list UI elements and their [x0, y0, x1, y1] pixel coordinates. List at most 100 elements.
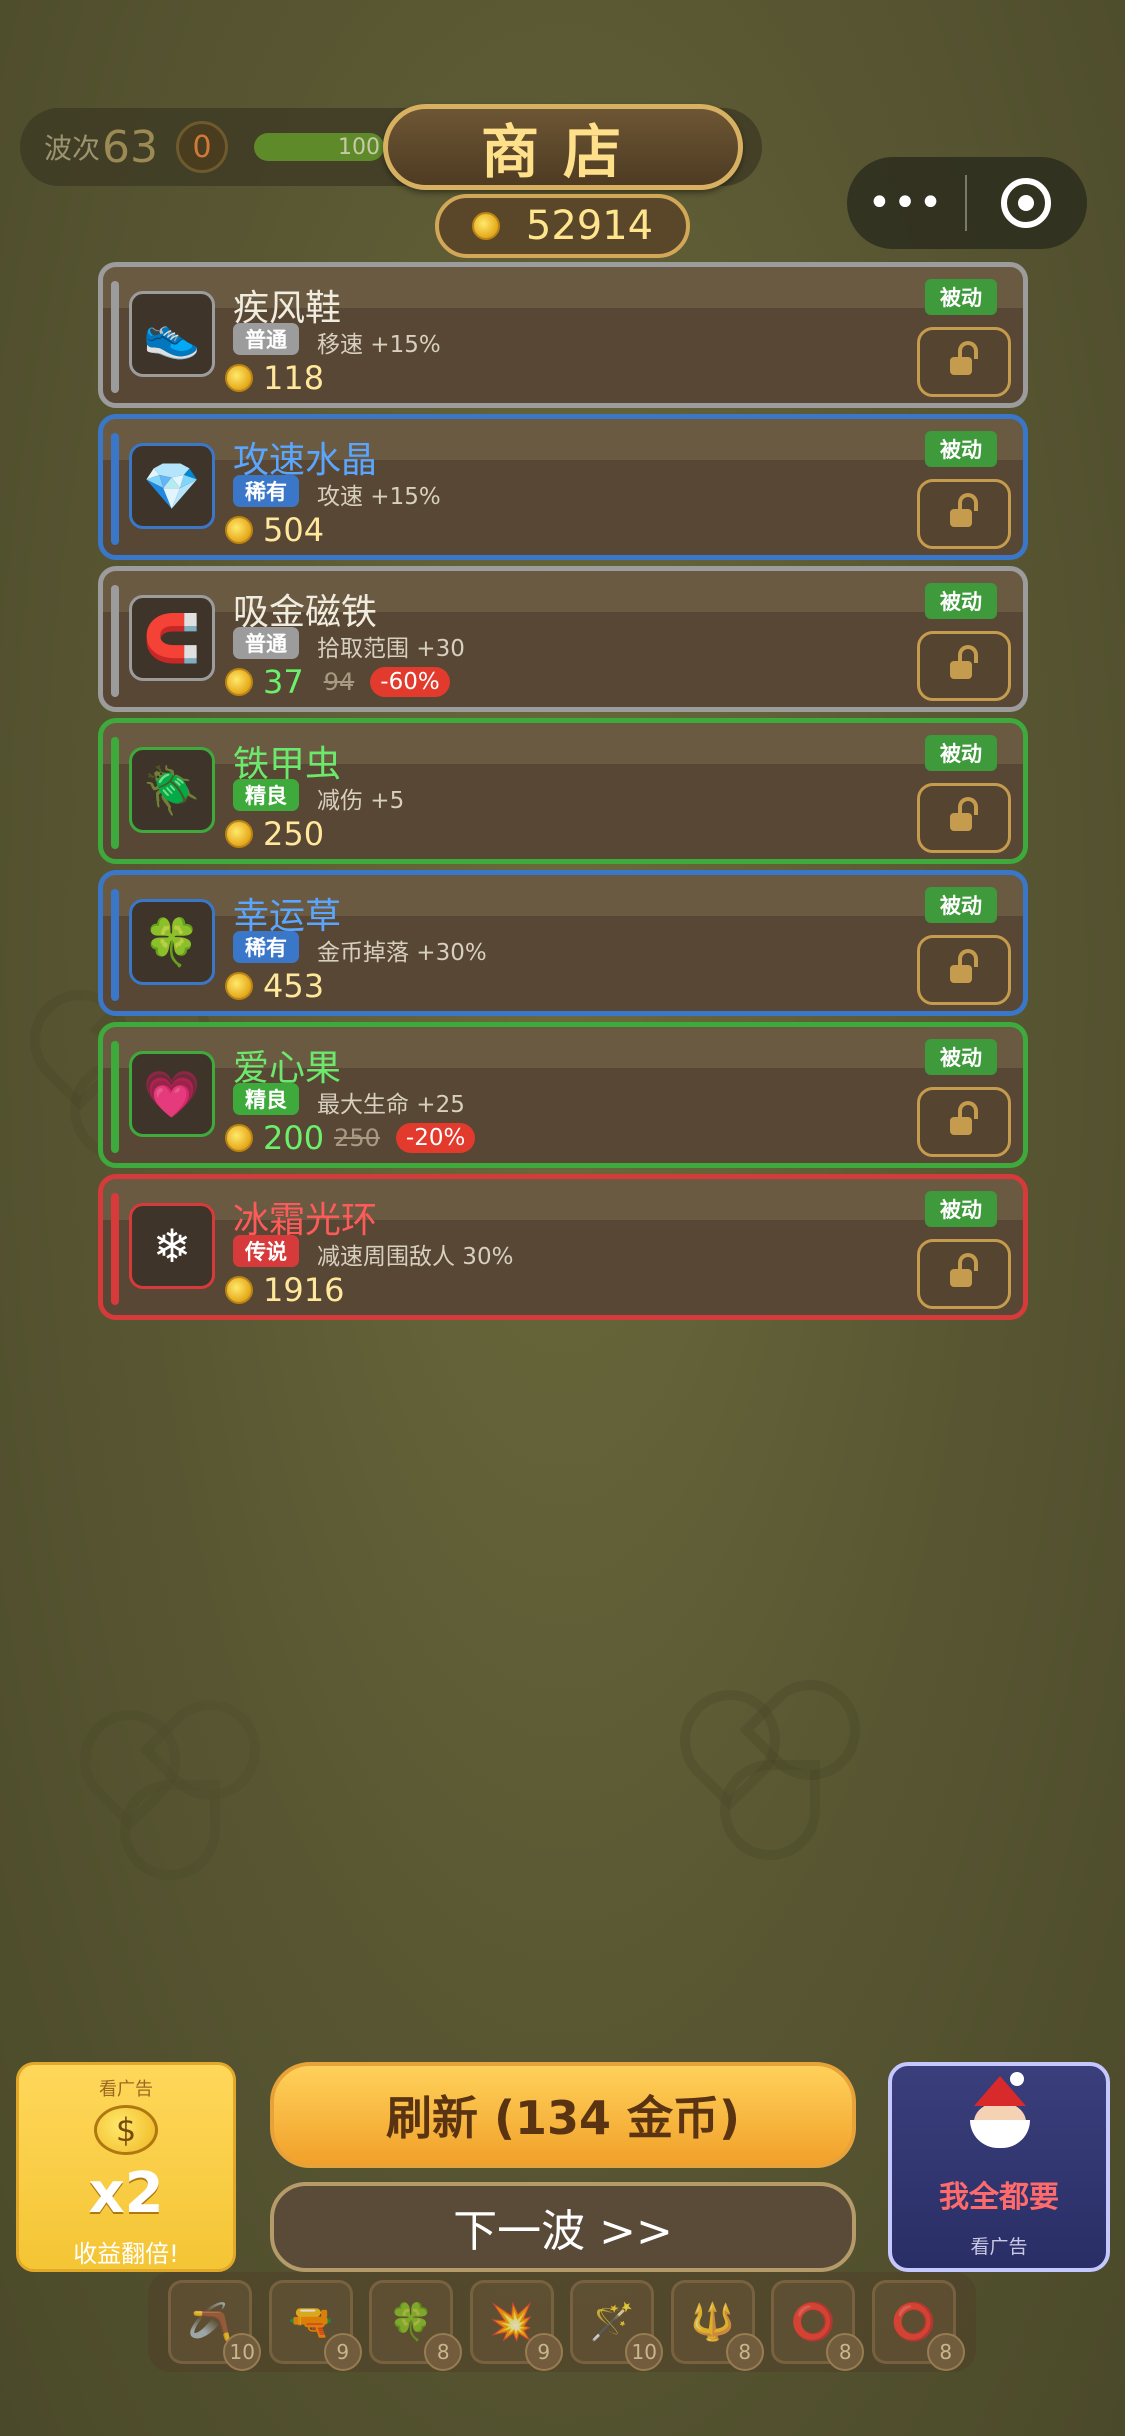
equipment-slot[interactable]: 💥 9: [469, 2280, 563, 2371]
passive-badge: 被动: [925, 279, 997, 315]
price-row: 504: [225, 511, 324, 549]
item-description: 拾取范围 +30: [317, 636, 465, 662]
ice-staff-icon: 🔱: [690, 2302, 736, 2343]
item-description: 攻速 +15%: [317, 484, 441, 510]
lock-toggle-button[interactable]: [917, 479, 1011, 549]
unlocked-padlock-icon: [950, 1253, 978, 1289]
unlocked-padlock-icon: [950, 1101, 978, 1137]
equipment-slot[interactable]: 🍀 8: [369, 2280, 463, 2371]
heart-fruit-icon: 💗: [143, 1066, 201, 1121]
shop-item[interactable]: 🧲 吸金磁铁 普通 拾取范围 +30 37 94 -60% 被动: [98, 566, 1028, 712]
item-price: 504: [263, 511, 325, 549]
lock-toggle-button[interactable]: [917, 1239, 1011, 1309]
equipment-level: 9: [524, 2333, 563, 2371]
equipment-slot[interactable]: ⭕ 8: [771, 2280, 865, 2371]
lucky-clover-icon: 🍀: [143, 914, 201, 969]
equipment-slot[interactable]: 🔫 9: [268, 2280, 362, 2371]
shop-item[interactable]: 🪲 铁甲虫 精良 减伤 +5 250 被动: [98, 718, 1028, 864]
unlocked-padlock-icon: [950, 645, 978, 681]
equipment-level: 8: [826, 2333, 865, 2371]
item-price: 250: [263, 815, 325, 853]
equipment-slot[interactable]: ⭕ 8: [871, 2280, 965, 2371]
shop-item[interactable]: 🍀 幸运草 稀有 金币掉落 +30% 453 被动: [98, 870, 1028, 1016]
cannon-icon: 💥: [489, 2302, 535, 2343]
passive-badge: 被动: [925, 431, 997, 467]
refresh-shop-button[interactable]: 刷新 (134 金币): [270, 2062, 856, 2168]
item-description: 最大生命 +25: [317, 1092, 465, 1118]
item-icon: 💎: [129, 443, 215, 529]
ad-label: 看广告: [99, 2079, 153, 2100]
lock-toggle-button[interactable]: [917, 1087, 1011, 1157]
item-description: 减速周围敌人 30%: [317, 1244, 514, 1270]
next-wave-button[interactable]: 下一波 >>: [270, 2182, 856, 2272]
lock-toggle-button[interactable]: [917, 783, 1011, 853]
original-price: 250: [334, 1124, 380, 1152]
item-icon: 🪲: [129, 747, 215, 833]
equipment-slot[interactable]: 🪄 10: [570, 2280, 664, 2371]
price-row: 250: [225, 815, 324, 853]
wave-label: 波次: [44, 132, 101, 165]
passive-badge: 被动: [925, 583, 997, 619]
passive-badge: 被动: [925, 887, 997, 923]
item-icon: ❄: [129, 1203, 215, 1289]
santa-icon: [964, 2072, 1034, 2148]
watch-ad-double-reward-button[interactable]: 看广告 $ x2 收益翻倍!: [16, 2062, 236, 2272]
equipment-slot[interactable]: 🔱 8: [670, 2280, 764, 2371]
want-all-label: 我全都要: [939, 2180, 1059, 2215]
want-all-ad-button[interactable]: 我全都要 看广告: [888, 2062, 1110, 2272]
shop-item-list: 👟 疾风鞋 普通 移速 +15% 118 被动 💎 攻速水晶 稀有 攻速 +15…: [98, 262, 1028, 1326]
original-price: 94: [323, 668, 355, 696]
price-row: 1916: [225, 1271, 344, 1309]
item-price: 37: [263, 663, 304, 701]
blaster-gun-icon: 🔫: [288, 2302, 334, 2343]
slingshot-icon: 🪃: [187, 2302, 233, 2343]
rarity-badge: 普通: [233, 627, 299, 659]
equipment-level: 9: [323, 2333, 362, 2371]
target-circle-icon: [1001, 178, 1051, 228]
price-row: 453: [225, 967, 324, 1005]
lock-toggle-button[interactable]: [917, 935, 1011, 1005]
shop-title: 商店: [383, 104, 743, 190]
shop-item[interactable]: ❄ 冰霜光环 传说 减速周围敌人 30% 1916 被动: [98, 1174, 1028, 1320]
coin-icon: [471, 212, 500, 240]
clover-icon: 🍀: [388, 2302, 434, 2343]
item-price: 1916: [263, 1271, 345, 1309]
lock-toggle-button[interactable]: [917, 327, 1011, 397]
price-row: 37 94 -60%: [225, 663, 450, 701]
close-mini-program-button[interactable]: [967, 178, 1085, 228]
item-icon: 🧲: [129, 595, 215, 681]
coin-icon: [225, 972, 253, 1000]
equipment-slot[interactable]: 🪃 10: [168, 2280, 262, 2371]
item-icon: 💗: [129, 1051, 215, 1137]
unlocked-padlock-icon: [950, 493, 978, 529]
shop-item[interactable]: 👟 疾风鞋 普通 移速 +15% 118 被动: [98, 262, 1028, 408]
lock-toggle-button[interactable]: [917, 631, 1011, 701]
shop-item[interactable]: 💗 爱心果 精良 最大生命 +25 200 250 -20% 被动: [98, 1022, 1028, 1168]
coin-amount: 52914: [525, 203, 654, 249]
unlocked-padlock-icon: [950, 949, 978, 985]
equipment-level: 8: [725, 2333, 764, 2371]
shop-item[interactable]: 💎 攻速水晶 稀有 攻速 +15% 504 被动: [98, 414, 1028, 560]
background-clover-decoration: [59, 1679, 290, 1900]
magnet-icon: 🧲: [143, 610, 201, 665]
item-description: 减伤 +5: [317, 788, 405, 814]
red-sneakers-icon: 👟: [143, 306, 201, 361]
coin-icon: [225, 820, 253, 848]
blue-diamond-icon: 💎: [143, 458, 201, 513]
equipment-level: 8: [926, 2333, 965, 2371]
passive-badge: 被动: [925, 735, 997, 771]
snowflake-icon: ❄: [152, 1219, 192, 1273]
armored-beetle-icon: 🪲: [143, 762, 201, 817]
item-description: 金币掉落 +30%: [317, 940, 487, 966]
background-clover-decoration: [659, 1659, 881, 1880]
ring-aura-icon: ⭕: [891, 2302, 937, 2343]
more-options-button[interactable]: •••: [847, 180, 965, 226]
item-icon: 👟: [129, 291, 215, 377]
item-price: 118: [263, 359, 325, 397]
magic-wand-icon: 🪄: [589, 2302, 635, 2343]
coin-icon: [225, 1124, 253, 1152]
passive-badge: 被动: [925, 1191, 997, 1227]
item-icon: 🍀: [129, 899, 215, 985]
mini-program-capsule: •••: [847, 157, 1087, 249]
item-price: 453: [263, 967, 325, 1005]
